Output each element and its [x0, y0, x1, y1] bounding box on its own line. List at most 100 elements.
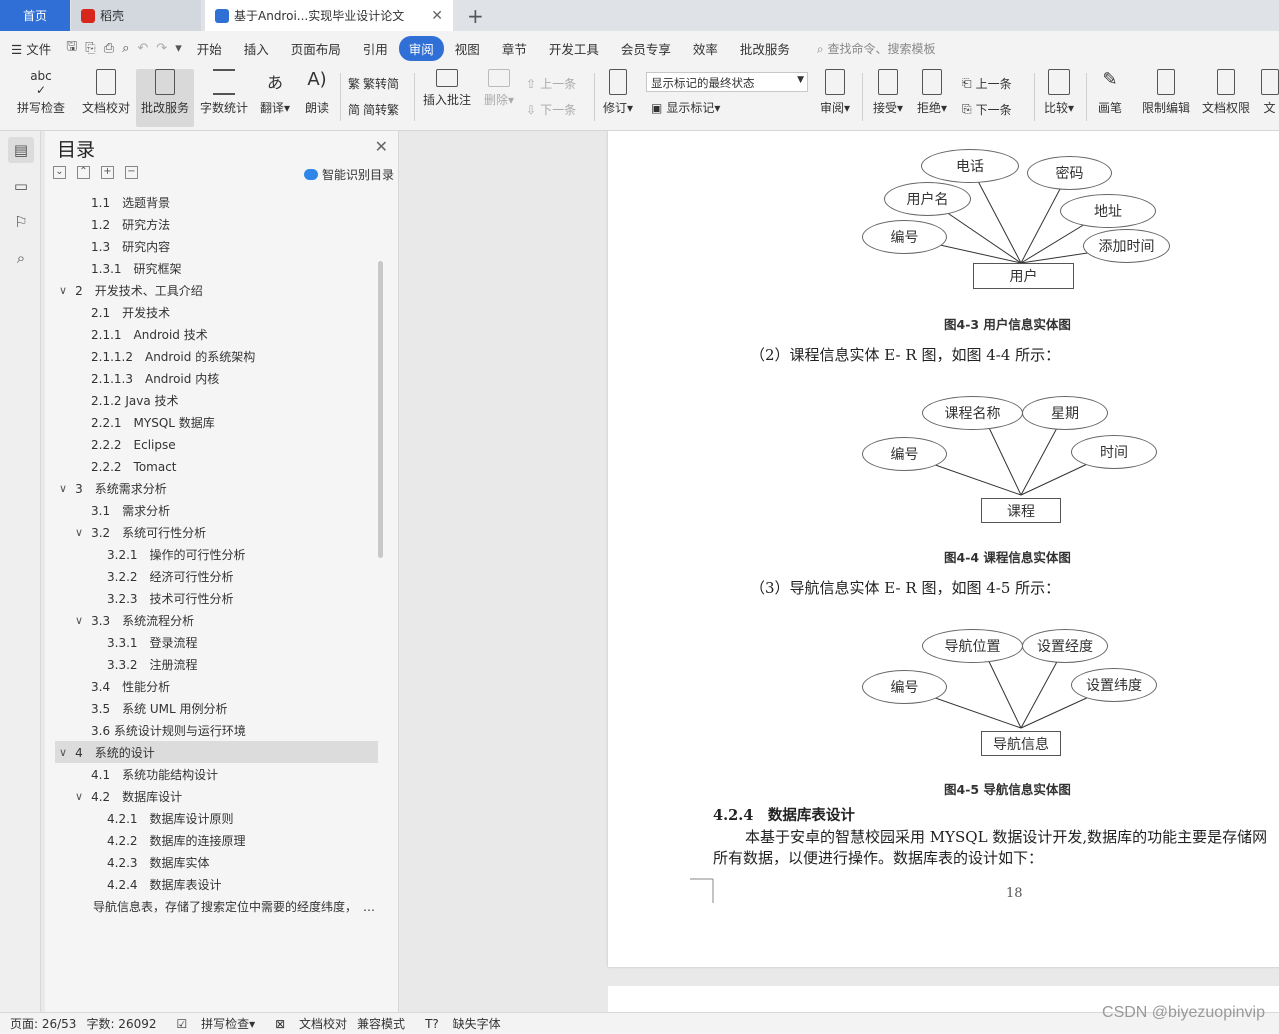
menu-reference[interactable]: 引用 [352, 39, 399, 58]
simp-to-trad-button[interactable]: 简简转繁 [348, 101, 399, 118]
chevron-down-icon[interactable]: ∨ [59, 284, 67, 297]
undo-icon[interactable]: ↶ [133, 41, 152, 56]
missing-font[interactable]: T? 缺失字体 [415, 1015, 501, 1032]
toc-item[interactable]: 4.2.4 数据库表设计 [107, 873, 222, 895]
toc-item[interactable]: 3.1 需求分析 [91, 499, 170, 521]
show-markup-button[interactable]: ▣ 显示标记 ▾ [651, 99, 720, 116]
word-count-button[interactable]: 字数统计 [198, 69, 250, 127]
toc-item[interactable]: 2.1.1.2 Android 的系统架构 [91, 345, 255, 367]
toc-item[interactable]: ∨ 3.2 系统可行性分析 [75, 521, 206, 543]
bookmark-icon[interactable]: ⚐ [8, 209, 34, 235]
read-aloud-button[interactable]: A) 朗读 [300, 69, 334, 127]
spell-check-button[interactable]: abc ✓ 拼写检查 [10, 69, 72, 127]
toc-item[interactable]: 导航信息表，存储了搜索定位中需要的经度纬度， … [93, 895, 375, 917]
tab-home[interactable]: 首页 [0, 0, 70, 31]
pen-button[interactable]: ✎ 画笔 [1092, 69, 1128, 127]
next-change-button[interactable]: ⎘ 下一条 [962, 101, 1012, 118]
toc-item[interactable]: ∨ 4.2 数据库设计 [75, 785, 182, 807]
chevron-down-icon[interactable]: ∨ [75, 790, 83, 803]
chapter-icon[interactable]: ▭ [8, 173, 34, 199]
command-search[interactable]: ⌕ 查找命令、搜索模板 [817, 40, 936, 57]
tab-document[interactable]: 基于Androi...实现毕业设计论文 ✕ [205, 0, 453, 31]
menu-section[interactable]: 章节 [491, 39, 538, 58]
more-icon[interactable]: ▾ [171, 41, 186, 56]
toc-item[interactable]: 3.3.1 登录流程 [107, 631, 198, 653]
toc-item[interactable]: 2.2.1 MYSQL 数据库 [91, 411, 215, 433]
toc-item[interactable]: 1.1 选题背景 [91, 191, 170, 213]
smart-toc-button[interactable]: 智能识别目录 [303, 166, 394, 183]
toc-item[interactable]: 3.3.2 注册流程 [107, 653, 198, 675]
toc-item[interactable]: 3.2.1 操作的可行性分析 [107, 543, 246, 565]
menu-layout[interactable]: 页面布局 [280, 39, 352, 58]
toc-item[interactable]: 2.1.1 Android 技术 [91, 323, 208, 345]
toc-item[interactable]: ∨ 3.3 系统流程分析 [75, 609, 194, 631]
chevron-down-icon[interactable]: ∨ [59, 746, 67, 759]
review-pane-button[interactable]: 审阅▾ [816, 69, 854, 127]
doc-permission-button[interactable]: 文档权限 [1200, 69, 1252, 127]
menu-start[interactable]: 开始 [186, 39, 233, 58]
menu-member[interactable]: 会员专享 [610, 39, 682, 58]
tab-close-icon[interactable]: ✕ [431, 8, 443, 24]
restrict-edit-button[interactable]: 限制编辑 [1140, 69, 1192, 127]
status-spell-check[interactable]: ☑ 拼写检查▾ [167, 1015, 256, 1032]
toc-item[interactable]: 3.2.2 经济可行性分析 [107, 565, 234, 587]
toc-item[interactable]: 2.2.2 Tomact [91, 455, 177, 477]
new-tab-icon[interactable]: + [467, 0, 484, 31]
next-comment-button[interactable]: ⇩ 下一条 [526, 101, 576, 118]
page-indicator[interactable]: 页面: 26/53 [10, 1015, 76, 1032]
remove-heading-icon[interactable]: − [125, 166, 138, 179]
toc-item[interactable]: 4.1 系统功能结构设计 [91, 763, 218, 785]
menu-insert[interactable]: 插入 [233, 39, 280, 58]
prev-change-button[interactable]: ⎗ 上一条 [962, 75, 1012, 92]
search-icon[interactable]: ⌕ [8, 245, 34, 271]
delete-comment-button[interactable]: 删除▾ [480, 69, 518, 127]
status-proofread[interactable]: ⊠ 文档校对 [265, 1015, 347, 1032]
export-icon[interactable]: ⎘ [81, 41, 99, 56]
toc-item[interactable]: 2.1 开发技术 [91, 301, 170, 323]
toc-item[interactable]: 1.3.1 研究框架 [91, 257, 182, 279]
toc-item[interactable]: 3.2.3 技术可行性分析 [107, 587, 234, 609]
markup-state-select[interactable]: 显示标记的最终状态 ▼ [646, 72, 808, 92]
toc-item[interactable]: 3.6 系统设计规则与运行环境 [91, 719, 246, 741]
toc-item[interactable]: 1.2 研究方法 [91, 213, 170, 235]
translate-button[interactable]: あ 翻译▾ [256, 69, 294, 127]
chevron-down-icon[interactable]: ∨ [59, 482, 67, 495]
toc-item[interactable]: 2.2.2 Eclipse [91, 433, 176, 455]
correction-service-button[interactable]: 批改服务 [136, 69, 194, 127]
trad-to-simp-button[interactable]: 繁繁转简 [348, 75, 399, 92]
prev-comment-button[interactable]: ⇧ 上一条 [526, 75, 576, 92]
toc-scrollbar[interactable] [378, 261, 383, 558]
toc-item[interactable]: 2.1.2 Java 技术 [91, 389, 179, 411]
toc-item[interactable]: ∨ 2 开发技术、工具介绍 [59, 279, 203, 301]
toc-item[interactable]: 1.3 研究内容 [91, 235, 170, 257]
tab-daoke[interactable]: 稻壳 [71, 0, 201, 31]
proofread-button[interactable]: 文档校对 [80, 69, 132, 127]
save-icon[interactable]: 🖫 [62, 37, 81, 59]
doc-more-button[interactable]: 文 [1260, 69, 1279, 127]
collapse-all-icon[interactable]: ⌄ [53, 166, 66, 179]
menu-efficiency[interactable]: 效率 [682, 39, 729, 58]
toc-item[interactable]: 4.2.2 数据库的连接原理 [107, 829, 246, 851]
toc-item[interactable]: 2.1.1.3 Android 内核 [91, 367, 219, 389]
menu-devtools[interactable]: 开发工具 [538, 39, 610, 58]
insert-comment-button[interactable]: 插入批注 [420, 69, 474, 127]
toc-icon[interactable]: ▤ [8, 137, 34, 163]
compare-button[interactable]: 比较▾ [1040, 69, 1078, 127]
toc-item[interactable]: 3.4 性能分析 [91, 675, 170, 697]
toc-item[interactable]: 4.2.1 数据库设计原则 [107, 807, 234, 829]
menu-review[interactable]: 审阅 [398, 35, 444, 61]
preview-icon[interactable]: ⌕ [118, 41, 133, 56]
chevron-down-icon[interactable]: ∨ [75, 526, 83, 539]
redo-icon[interactable]: ↷ [152, 41, 171, 56]
chevron-down-icon[interactable]: ∨ [75, 614, 83, 627]
add-heading-icon[interactable]: + [101, 166, 114, 179]
accept-button[interactable]: 接受▾ [870, 69, 906, 127]
expand-all-icon[interactable]: ⌃ [77, 166, 90, 179]
toc-item[interactable]: ∨ 4 系统的设计 [55, 741, 378, 763]
reject-button[interactable]: 拒绝▾ [914, 69, 950, 127]
file-menu[interactable]: ☰ 文件 [0, 39, 62, 58]
word-count-indicator[interactable]: 字数: 26092 [86, 1015, 156, 1032]
toc-item[interactable]: 4.2.3 数据库实体 [107, 851, 210, 873]
menu-correction[interactable]: 批改服务 [729, 39, 801, 58]
print-icon[interactable]: ⎙ [100, 41, 118, 56]
